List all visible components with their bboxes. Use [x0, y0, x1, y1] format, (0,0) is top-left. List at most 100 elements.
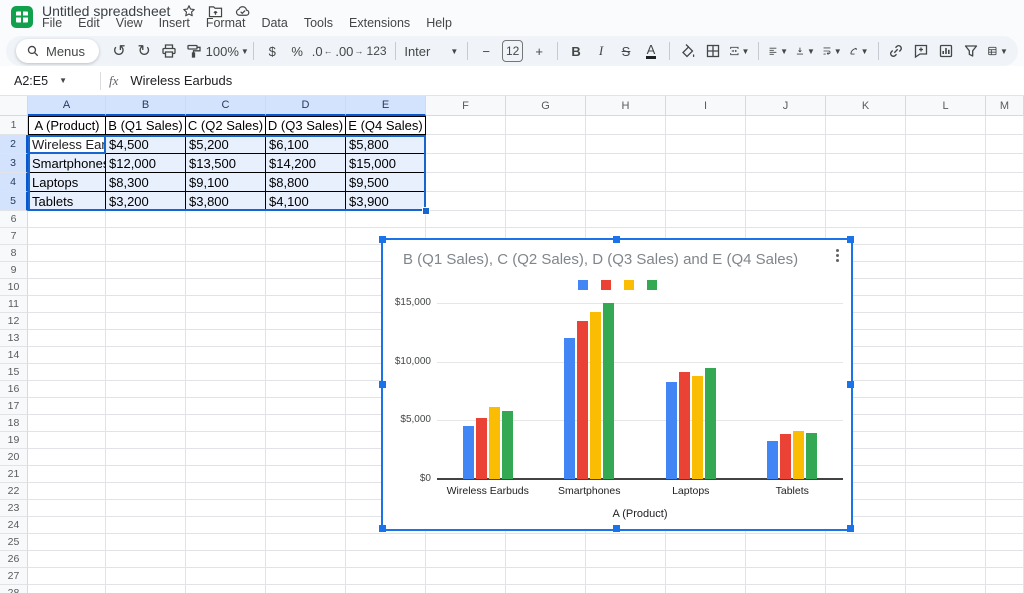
row-header-5[interactable]: 5	[0, 192, 28, 211]
bold-button[interactable]: B	[567, 39, 585, 63]
cell-D3[interactable]: $14,200	[266, 154, 346, 173]
paint-format-button[interactable]	[185, 39, 203, 63]
cell-C2[interactable]: $5,200	[186, 135, 266, 154]
cell-A3[interactable]: Smartphones	[28, 154, 106, 173]
cell-B2[interactable]: $4,500	[106, 135, 186, 154]
menu-extensions[interactable]: Extensions	[349, 16, 410, 30]
row-header-3[interactable]: 3	[0, 154, 28, 173]
chart-resize-handle[interactable]	[379, 381, 386, 388]
bar-tablets-c-q2-sales[interactable]	[780, 434, 791, 479]
print-button[interactable]	[160, 39, 178, 63]
bar-wireless-earbuds-d-q3-sales[interactable]	[489, 407, 500, 479]
legend-swatch-c-q2-sales[interactable]	[601, 280, 611, 290]
bar-tablets-e-q4-sales[interactable]	[806, 433, 817, 479]
row-header-18[interactable]: 18	[0, 415, 28, 432]
menus-search-pill[interactable]: Menus	[16, 39, 99, 63]
cell-A4[interactable]: Laptops	[28, 173, 106, 192]
bar-smartphones-d-q3-sales[interactable]	[590, 312, 601, 479]
insert-chart-button[interactable]	[937, 39, 955, 63]
bar-laptops-c-q2-sales[interactable]	[679, 372, 690, 479]
zoom-select[interactable]: 100%▼	[210, 39, 244, 63]
active-cell[interactable]: Wireless Earbuds	[28, 135, 106, 154]
increase-decimals-button[interactable]: .00→	[338, 39, 360, 63]
row-header-8[interactable]: 8	[0, 245, 28, 262]
row-header-4[interactable]: 4	[0, 173, 28, 192]
cell-D2[interactable]: $6,100	[266, 135, 346, 154]
chart-resize-handle[interactable]	[379, 236, 386, 243]
column-header-A[interactable]: A	[28, 96, 106, 116]
cell-C5[interactable]: $3,800	[186, 192, 266, 211]
decrease-font-size-button[interactable]: −	[477, 39, 495, 63]
table-views-button[interactable]: ▼	[987, 39, 1008, 63]
strikethrough-button[interactable]: S	[617, 39, 635, 63]
bar-laptops-e-q4-sales[interactable]	[705, 368, 716, 479]
row-header-13[interactable]: 13	[0, 330, 28, 347]
row-header-26[interactable]: 26	[0, 551, 28, 568]
insert-comment-button[interactable]	[912, 39, 930, 63]
row-header-17[interactable]: 17	[0, 398, 28, 415]
insert-link-button[interactable]	[887, 39, 905, 63]
cell-E4[interactable]: $9,500	[346, 173, 426, 192]
embedded-chart[interactable]: B (Q1 Sales), C (Q2 Sales), D (Q3 Sales)…	[381, 238, 853, 531]
bar-laptops-d-q3-sales[interactable]	[692, 376, 703, 479]
formula-input[interactable]: Wireless Earbuds	[130, 73, 232, 88]
name-box-caret-icon[interactable]: ▼	[59, 76, 67, 85]
bar-tablets-d-q3-sales[interactable]	[793, 431, 804, 479]
italic-button[interactable]: I	[592, 39, 610, 63]
redo-button[interactable]: ↻	[135, 39, 153, 63]
borders-button[interactable]	[704, 39, 722, 63]
column-header-K[interactable]: K	[826, 96, 906, 116]
row-header-19[interactable]: 19	[0, 432, 28, 449]
column-header-D[interactable]: D	[266, 96, 346, 116]
menu-tools[interactable]: Tools	[304, 16, 333, 30]
column-header-J[interactable]: J	[746, 96, 826, 116]
cell-D4[interactable]: $8,800	[266, 173, 346, 192]
bar-smartphones-c-q2-sales[interactable]	[577, 321, 588, 479]
chart-resize-handle[interactable]	[379, 525, 386, 532]
row-header-27[interactable]: 27	[0, 568, 28, 585]
text-color-button[interactable]: A	[642, 39, 660, 63]
chart-resize-handle[interactable]	[847, 236, 854, 243]
row-header-24[interactable]: 24	[0, 517, 28, 534]
bar-wireless-earbuds-c-q2-sales[interactable]	[476, 418, 487, 479]
decrease-decimals-button[interactable]: .0←	[313, 39, 331, 63]
cell-A1[interactable]: A (Product)	[28, 116, 106, 135]
format-currency-button[interactable]: $	[263, 39, 281, 63]
row-header-12[interactable]: 12	[0, 313, 28, 330]
increase-font-size-button[interactable]: +	[530, 39, 548, 63]
more-formats-button[interactable]: 123	[368, 39, 386, 63]
cell-B3[interactable]: $12,000	[106, 154, 186, 173]
column-header-M[interactable]: M	[986, 96, 1024, 116]
row-header-28[interactable]: 28	[0, 585, 28, 593]
row-header-14[interactable]: 14	[0, 347, 28, 364]
row-header-6[interactable]: 6	[0, 211, 28, 228]
cell-C1[interactable]: C (Q2 Sales)	[186, 116, 266, 135]
cell-E5[interactable]: $3,900	[346, 192, 426, 211]
cell-E2[interactable]: $5,800	[346, 135, 426, 154]
row-header-22[interactable]: 22	[0, 483, 28, 500]
font-size-input[interactable]: 12	[502, 40, 523, 62]
text-rotation-button[interactable]: ▼	[849, 39, 869, 63]
create-filter-button[interactable]	[962, 39, 980, 63]
bar-laptops-b-q1-sales[interactable]	[666, 382, 677, 479]
cell-B1[interactable]: B (Q1 Sales)	[106, 116, 186, 135]
menu-help[interactable]: Help	[426, 16, 452, 30]
merge-cells-button[interactable]: ▼	[729, 39, 750, 63]
row-header-20[interactable]: 20	[0, 449, 28, 466]
menu-format[interactable]: Format	[206, 16, 246, 30]
column-header-H[interactable]: H	[586, 96, 666, 116]
chart-resize-handle[interactable]	[847, 381, 854, 388]
fill-color-button[interactable]	[679, 39, 697, 63]
menu-view[interactable]: View	[116, 16, 143, 30]
column-header-L[interactable]: L	[906, 96, 986, 116]
cell-C4[interactable]: $9,100	[186, 173, 266, 192]
row-header-15[interactable]: 15	[0, 364, 28, 381]
cell-D1[interactable]: D (Q3 Sales)	[266, 116, 346, 135]
column-header-F[interactable]: F	[426, 96, 506, 116]
row-header-16[interactable]: 16	[0, 381, 28, 398]
chart-options-icon[interactable]	[836, 249, 839, 262]
chart-resize-handle[interactable]	[847, 525, 854, 532]
bar-smartphones-b-q1-sales[interactable]	[564, 338, 575, 479]
bar-tablets-b-q1-sales[interactable]	[767, 441, 778, 479]
bar-wireless-earbuds-e-q4-sales[interactable]	[502, 411, 513, 479]
